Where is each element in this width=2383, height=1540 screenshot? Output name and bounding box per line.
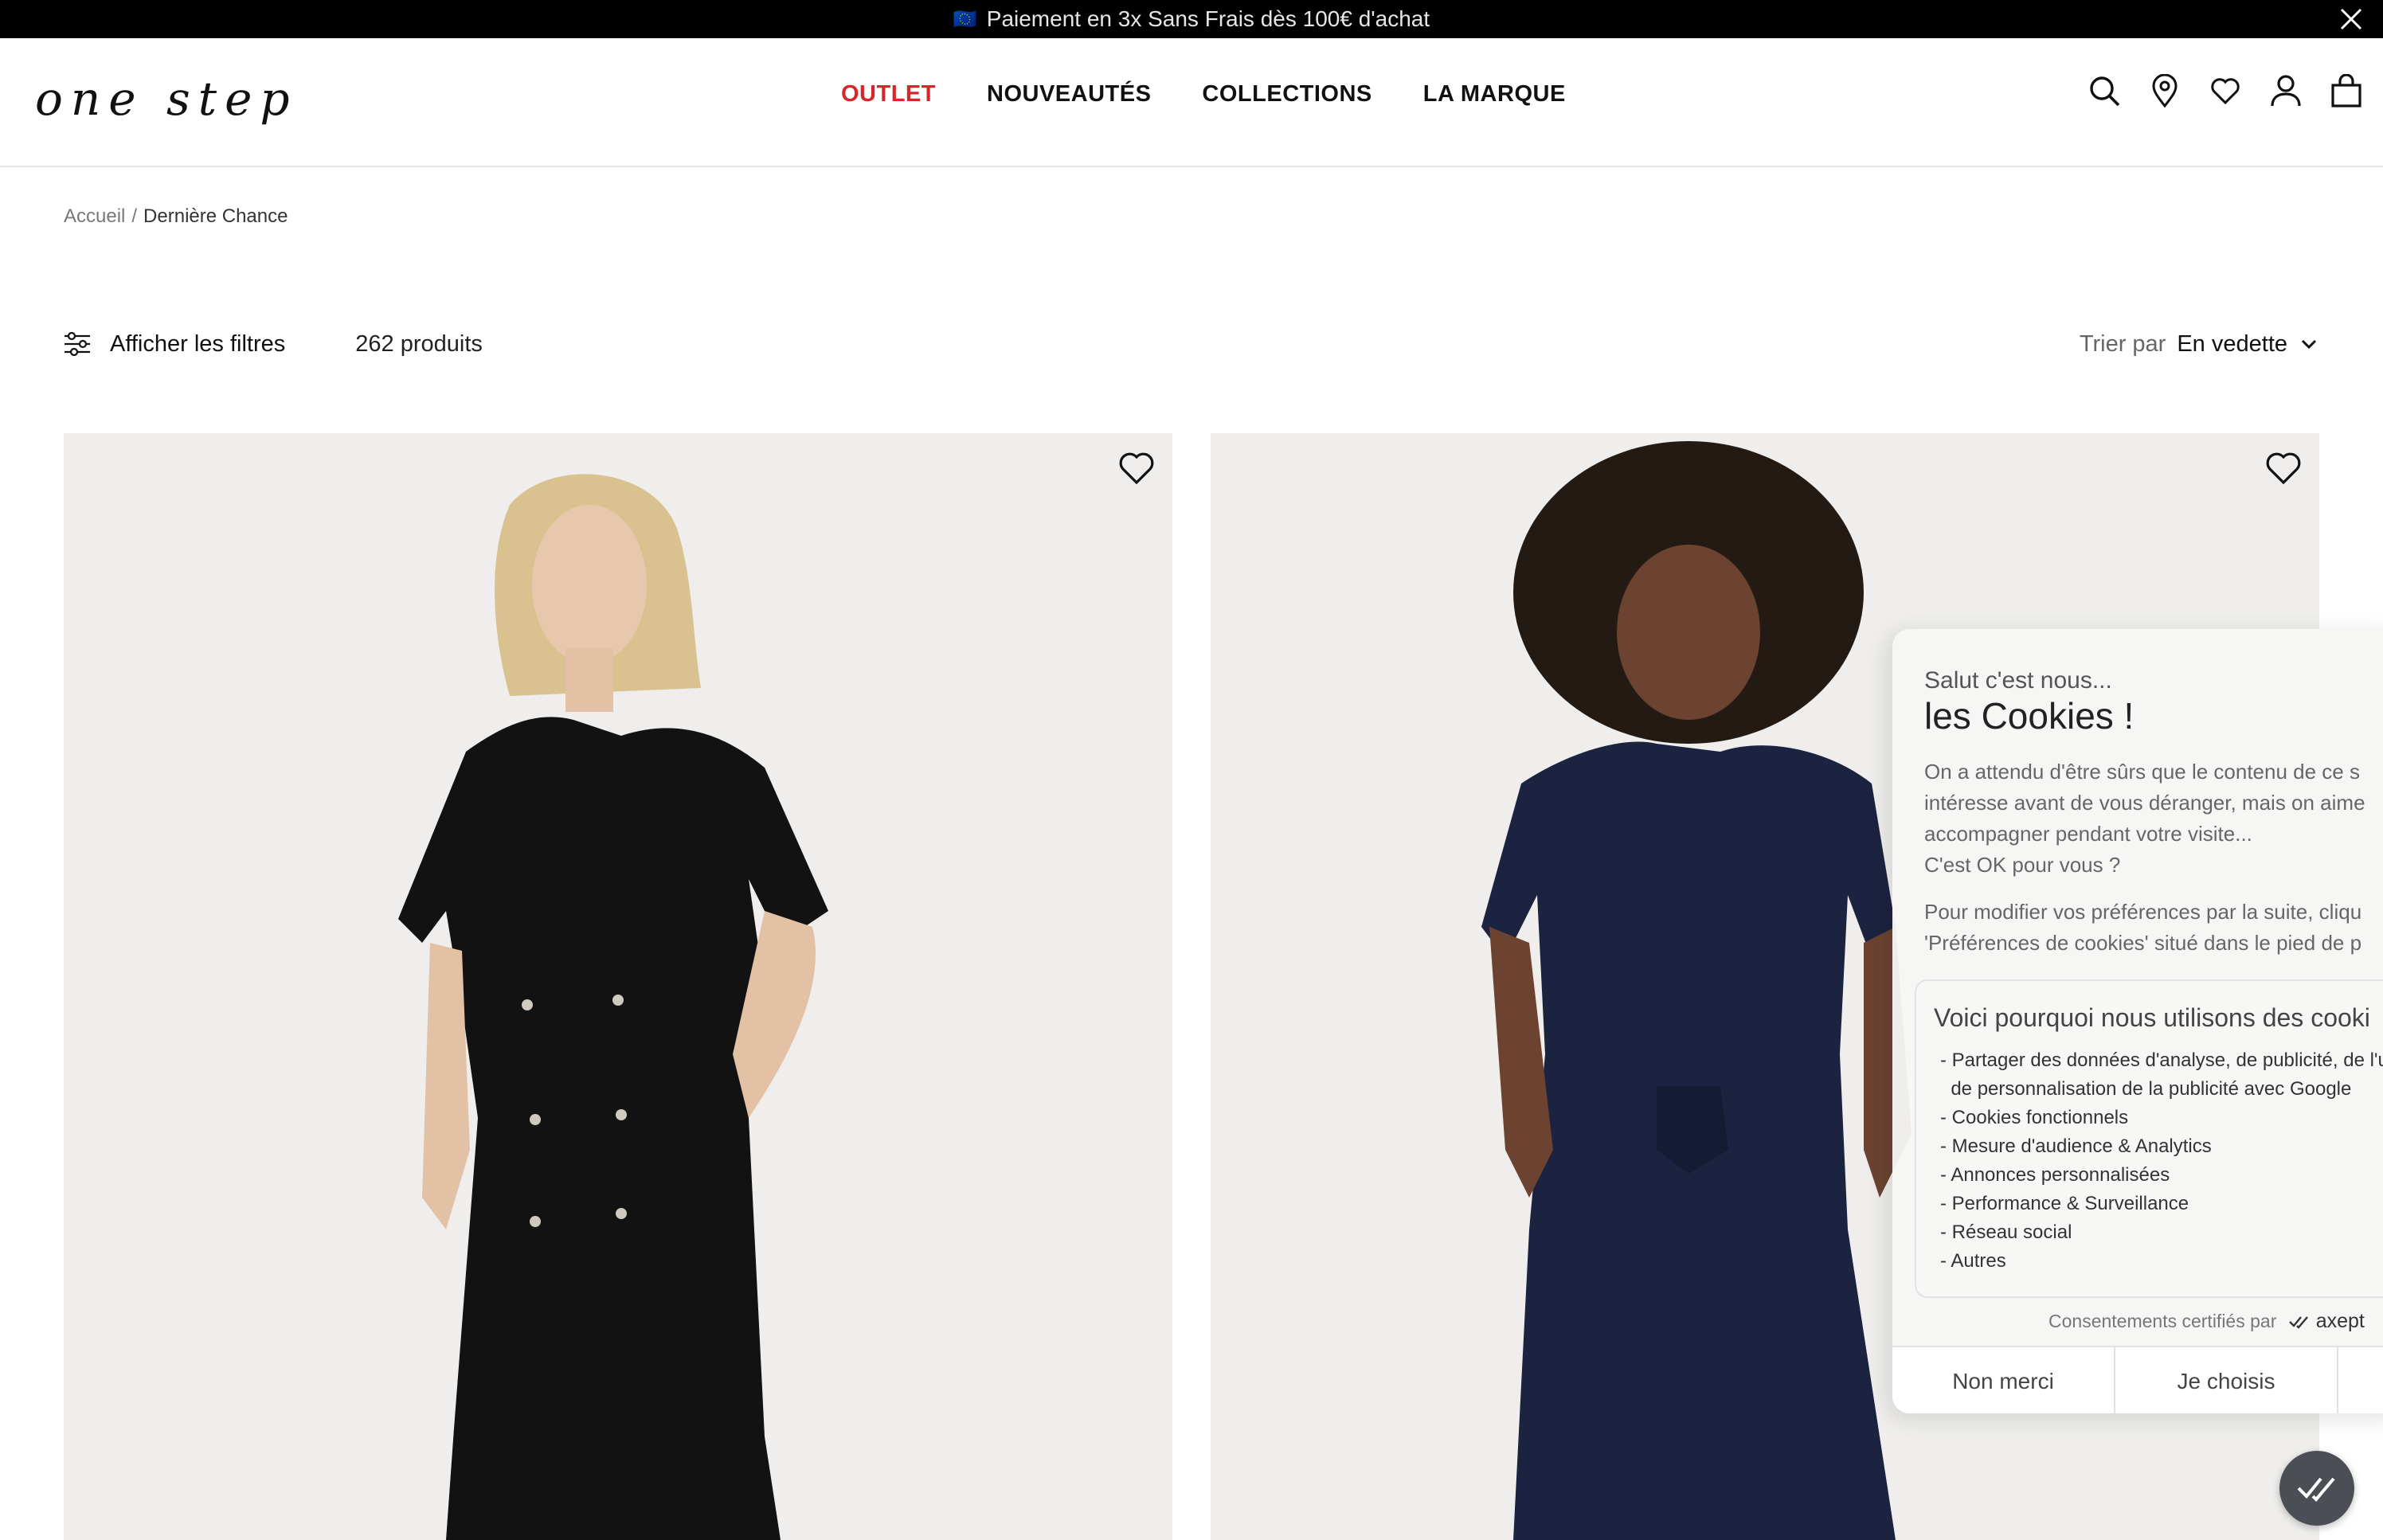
cookie-prefs-line: Pour modifier vos préférences par la sui…	[1924, 900, 2362, 924]
cookie-reasons-list: - Partager des données d'analyse, de pub…	[1940, 1046, 2383, 1276]
cookie-body-line: C'est OK pour vous ?	[1924, 853, 2121, 877]
cookie-pretitle: Salut c'est nous...	[1924, 667, 2112, 694]
cookie-reason-item: - Cookies fonctionnels	[1940, 1107, 2129, 1128]
cookie-certified: Consentements certifiés par axept	[2048, 1310, 2365, 1333]
cookie-reason-item: - Partager des données d'analyse, de pub…	[1940, 1049, 2383, 1071]
main-nav: OUTLET NOUVEAUTÉS COLLECTIONS LA MARQUE	[841, 81, 1566, 107]
cookie-accept-button[interactable]	[2338, 1347, 2383, 1413]
cookie-reason-item: - Réseau social	[1940, 1221, 2072, 1243]
cookie-reasons-title: Voici pourquoi nous utilisons des cooki	[1934, 1003, 2370, 1032]
account-icon[interactable]	[2268, 73, 2303, 108]
cookie-consent-panel: Salut c'est nous... les Cookies ! On a a…	[1892, 629, 2383, 1413]
sort-value[interactable]: En vedette	[2177, 331, 2287, 358]
store-locator-icon[interactable]	[2147, 73, 2182, 108]
cookie-body-line: On a attendu d'être sûrs que le contenu …	[1924, 760, 2360, 784]
axeptio-brand-text: axept	[2315, 1310, 2365, 1332]
cookie-buttons: Non merci Je choisis	[1892, 1346, 2383, 1413]
consent-widget-button[interactable]	[2279, 1451, 2354, 1526]
cookie-title: les Cookies !	[1924, 695, 2135, 737]
product-card[interactable]	[64, 433, 1172, 1540]
nav-la-marque[interactable]: LA MARQUE	[1423, 81, 1566, 107]
site-header: one step OUTLET NOUVEAUTÉS COLLECTIONS L…	[0, 38, 2383, 167]
header-icons	[2087, 73, 2364, 108]
nav-nouveautes[interactable]: NOUVEAUTÉS	[987, 81, 1151, 107]
wishlist-heart-icon[interactable]	[2265, 451, 2302, 487]
cookie-certified-text: Consentements certifiés par	[2048, 1311, 2277, 1331]
nav-outlet[interactable]: OUTLET	[841, 81, 936, 107]
nav-collections[interactable]: COLLECTIONS	[1202, 81, 1371, 107]
axeptio-logo[interactable]: axept	[2288, 1310, 2365, 1332]
search-icon[interactable]	[2087, 73, 2122, 108]
show-filters-button[interactable]: Afficher les filtres	[64, 331, 285, 358]
breadcrumb-current: Dernière Chance	[143, 205, 288, 227]
double-check-icon	[2288, 1316, 2308, 1330]
sort-select[interactable]: Trier par En vedette	[2080, 331, 2319, 358]
filter-sliders-icon	[65, 332, 90, 356]
cookie-reason-item: de personnalisation de la publicité avec…	[1940, 1078, 2352, 1100]
product-count: 262 produits	[355, 330, 483, 357]
show-filters-label: Afficher les filtres	[110, 330, 286, 357]
chevron-down-icon[interactable]	[2299, 334, 2319, 354]
close-icon[interactable]	[2335, 3, 2367, 35]
wishlist-heart-icon[interactable]	[1118, 451, 1155, 487]
breadcrumb-separator: /	[131, 205, 138, 227]
product-image-black-dress[interactable]	[64, 433, 1172, 1540]
cookie-body-line: intéresse avant de vous déranger, mais o…	[1924, 791, 2365, 815]
cookie-reason-item: - Performance & Surveillance	[1940, 1193, 2189, 1214]
listing-toolbar: Afficher les filtres 262 produits Trier …	[64, 325, 2319, 363]
cookie-reasons-box: Voici pourquoi nous utilisons des cooki …	[1915, 979, 2383, 1298]
cookie-refuse-button[interactable]: Non merci	[1892, 1347, 2115, 1413]
cookie-body-line: accompagner pendant votre visite...	[1924, 822, 2252, 846]
bag-icon[interactable]	[2329, 73, 2364, 108]
breadcrumb-home[interactable]: Accueil	[64, 205, 125, 227]
breadcrumb: Accueil / Dernière Chance	[64, 205, 288, 228]
promo-text: Paiement en 3x Sans Frais dès 100€ d'ach…	[986, 6, 1430, 31]
wishlist-icon[interactable]	[2208, 73, 2243, 108]
eu-flag-icon: 🇪🇺	[953, 8, 977, 30]
sort-label: Trier par	[2079, 330, 2166, 357]
promo-bar: 🇪🇺 Paiement en 3x Sans Frais dès 100€ d'…	[0, 0, 2383, 38]
cookie-prefs-line: 'Préférences de cookies' situé dans le p…	[1924, 931, 2362, 955]
cookie-reason-item: - Autres	[1940, 1250, 2006, 1272]
cookie-reason-item: - Mesure d'audience & Analytics	[1940, 1135, 2212, 1157]
cookie-choose-button[interactable]: Je choisis	[2115, 1347, 2338, 1413]
double-check-icon	[2297, 1477, 2335, 1502]
brand-logo[interactable]: one step	[35, 72, 298, 126]
cookie-reason-item: - Annonces personnalisées	[1940, 1164, 2170, 1186]
cookie-body: On a attendu d'être sûrs que le contenu …	[1924, 756, 2383, 975]
